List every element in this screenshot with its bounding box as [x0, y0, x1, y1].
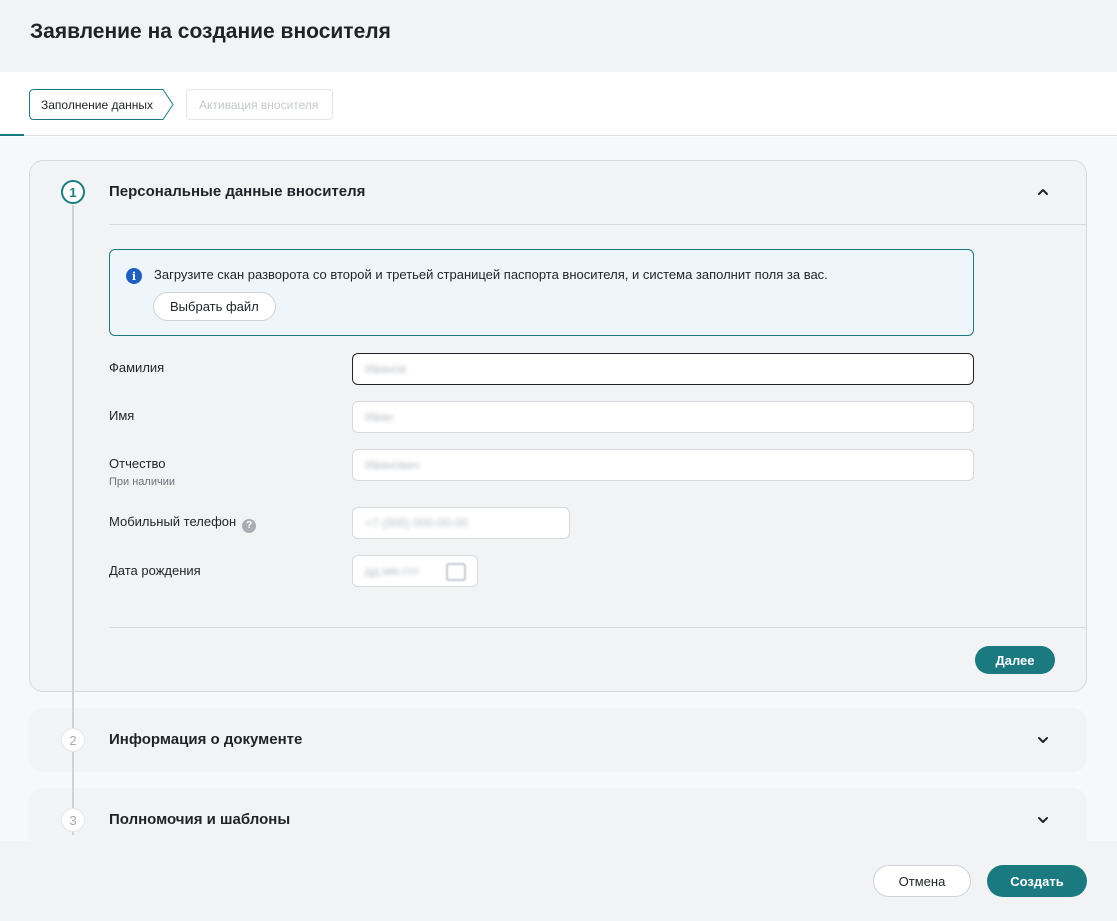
chevron-down-icon[interactable] [1036, 733, 1050, 747]
step-activation[interactable]: Активация вносителя [186, 89, 333, 120]
choose-file-button[interactable]: Выбрать файл [153, 292, 276, 321]
middlename-placeholder: Иванович [365, 458, 420, 472]
section-title-2: Информация о документе [109, 731, 303, 748]
middlename-hint: При наличии [109, 476, 175, 488]
section-title-3: Полномочия и шаблоны [109, 811, 291, 828]
section-title-1: Персональные данные вносителя [109, 183, 366, 200]
section-footer-divider [109, 627, 1087, 628]
firstname-input[interactable]: Иван [352, 401, 974, 433]
section-number-3: 3 [61, 808, 85, 832]
info-icon: i [126, 268, 142, 284]
calendar-icon[interactable] [446, 563, 466, 581]
middlename-input[interactable]: Иванович [352, 449, 974, 481]
lastname-label: Фамилия [109, 360, 165, 375]
middlename-label: Отчество [109, 456, 166, 471]
page-header: Заявление на создание вносителя [0, 0, 1117, 72]
chevron-down-icon[interactable] [1036, 813, 1050, 827]
section-divider [109, 224, 1087, 225]
birthdate-input[interactable]: дд.мм.гггг [352, 555, 478, 587]
cancel-button[interactable]: Отмена [873, 865, 971, 897]
step-fill-data[interactable]: Заполнение данных [29, 89, 174, 120]
chevron-up-icon[interactable] [1036, 185, 1050, 199]
stepper-active-indicator [0, 134, 24, 136]
birthdate-label: Дата рождения [109, 563, 201, 578]
create-button[interactable]: Создать [987, 865, 1087, 897]
page-title: Заявление на создание вносителя [30, 20, 391, 43]
phone-label: Мобильный телефон? [109, 514, 257, 533]
phone-label-text: Мобильный телефон [109, 514, 237, 529]
phone-input[interactable]: +7 (000) 000-00-00 [352, 507, 570, 539]
stepper: Заполнение данных Активация вносителя [0, 72, 1117, 136]
step-label: Активация вносителя [199, 97, 319, 112]
step-label: Заполнение данных [41, 97, 154, 112]
notice-text: Загрузите скан разворота со второй и тре… [154, 267, 828, 282]
firstname-placeholder: Иван [365, 410, 394, 424]
lastname-input[interactable]: Иванов [352, 353, 974, 385]
lastname-placeholder: Иванов [365, 362, 407, 376]
section-number-1: 1 [61, 180, 85, 204]
question-icon[interactable]: ? [242, 518, 257, 533]
firstname-label: Имя [109, 408, 135, 423]
phone-placeholder: +7 (000) 000-00-00 [365, 516, 469, 530]
next-button[interactable]: Далее [975, 646, 1055, 674]
section-number-2: 2 [61, 728, 85, 752]
birthdate-placeholder: дд.мм.гггг [365, 564, 420, 578]
passport-upload-notice: i Загрузите скан разворота со второй и т… [109, 249, 974, 336]
